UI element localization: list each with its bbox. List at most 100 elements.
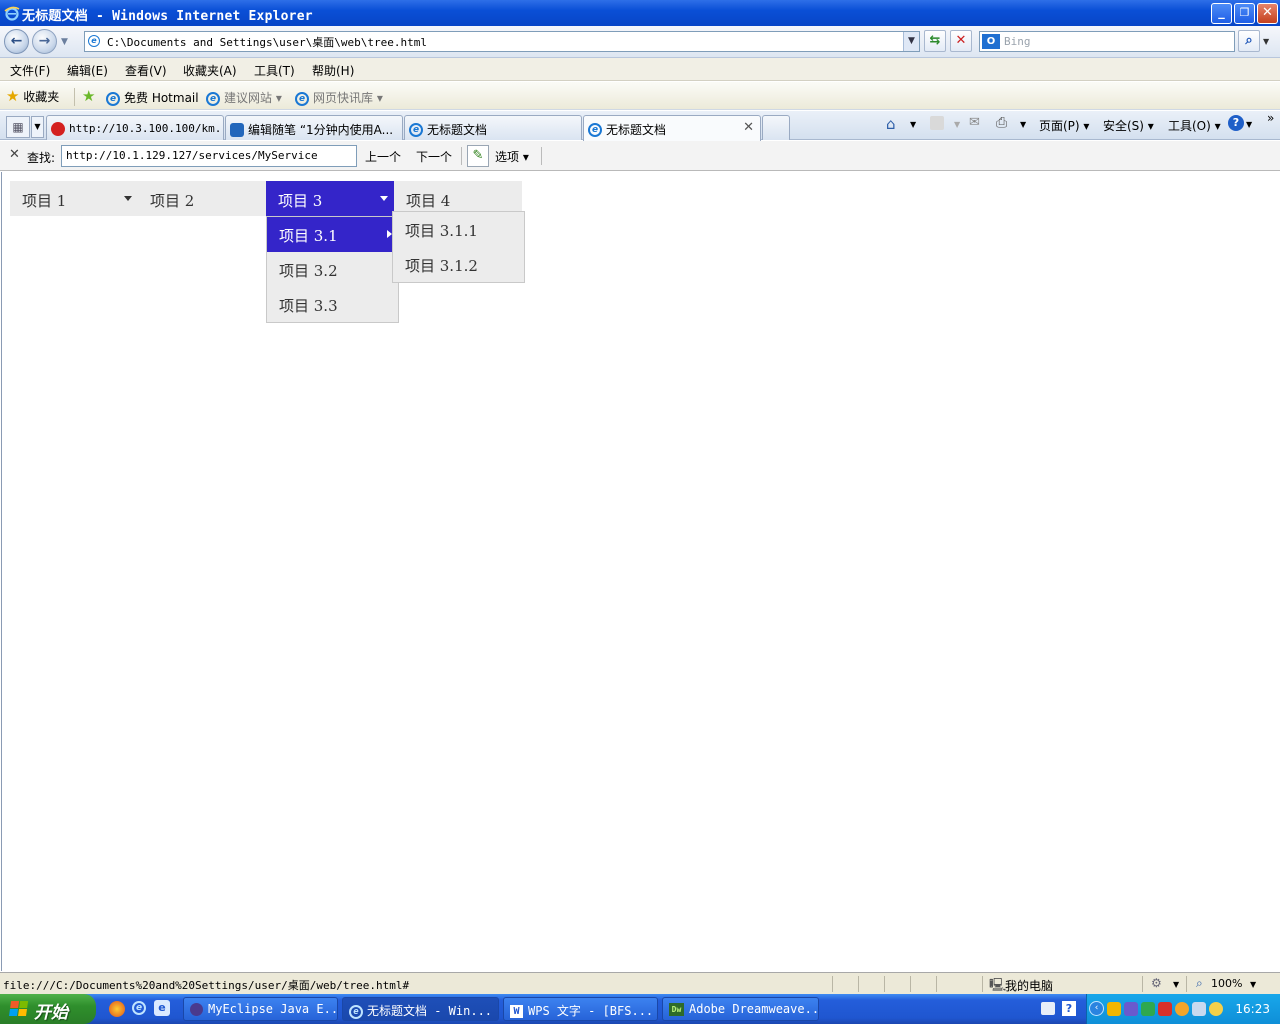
address-bar[interactable]: e C:\Documents and Settings\user\桌面\web\… [84, 31, 920, 52]
keyboard-icon[interactable] [1041, 1002, 1055, 1015]
close-find-icon[interactable]: ✕ [9, 147, 20, 162]
nav-subitem-3-3[interactable]: 项目 3.3 [267, 287, 397, 322]
nav-item-1[interactable]: 项目 1 [10, 181, 138, 216]
status-divider [1186, 976, 1187, 992]
tab-favicon-icon [230, 122, 244, 137]
favorites-button[interactable]: ★ 收藏夹 [6, 87, 59, 105]
menu-favorites[interactable]: 收藏夹(A) [183, 62, 237, 79]
tray-app-icon[interactable] [1209, 1002, 1223, 1016]
address-toolbar: ← → ▼ e C:\Documents and Settings\user\桌… [0, 26, 1280, 58]
fav-item-hotmail[interactable]: e 免费 Hotmail [106, 89, 199, 106]
tray-app-icon[interactable] [1175, 1002, 1189, 1016]
firefox-launch-icon[interactable] [109, 1001, 125, 1017]
tray-app-icon[interactable] [1158, 1002, 1172, 1016]
menu-tools[interactable]: 工具(T) [254, 62, 295, 79]
find-next-button[interactable]: 下一个 [416, 148, 452, 165]
menu-file[interactable]: 文件(F) [10, 62, 50, 79]
search-input[interactable]: Bing [1004, 35, 1031, 48]
task-myeclipse[interactable]: MyEclipse Java E... [183, 997, 338, 1021]
highlight-pencil-icon[interactable]: ✎ [467, 145, 489, 167]
restore-button[interactable]: ❐ [1234, 3, 1255, 24]
ie-page-icon: e [106, 91, 120, 106]
tray-app-icon[interactable] [1141, 1002, 1155, 1016]
find-input[interactable]: http://10.1.129.127/services/MyService [61, 145, 357, 167]
tray-app-icon[interactable] [1124, 1002, 1138, 1016]
fav-item-webslice[interactable]: e 网页快讯库 ▾ [295, 89, 383, 106]
refresh-icon: ⇆ [929, 33, 941, 48]
ie-launch-icon[interactable]: e [132, 1001, 146, 1015]
status-divider [982, 976, 983, 992]
back-button[interactable]: ← [4, 29, 29, 54]
nav-subitem-3-3-label: 项目 3.3 [279, 297, 338, 315]
chevron-more-icon[interactable]: » [1267, 111, 1274, 125]
favorites-divider [74, 88, 75, 106]
nav-subitem-3-1[interactable]: 项目 3.1 [267, 217, 393, 252]
help-dropdown-icon[interactable]: ▼ [1246, 120, 1252, 129]
zoom-level[interactable]: 100% [1211, 977, 1242, 990]
tray-app-icon[interactable] [1107, 1002, 1121, 1016]
refresh-button[interactable]: ⇆ [924, 30, 946, 52]
tray-app-icon[interactable] [1192, 1002, 1206, 1016]
search-options-icon[interactable]: ▼ [1263, 37, 1269, 46]
history-dropdown-icon[interactable]: ▼ [61, 37, 68, 47]
protected-mode-icon[interactable]: ⚙ [1151, 976, 1162, 990]
menu-edit[interactable]: 编辑(E) [67, 62, 108, 79]
home-dropdown-icon[interactable]: ▼ [910, 120, 916, 129]
nav-item-1-label: 项目 1 [22, 192, 67, 210]
clock[interactable]: 16:23 [1235, 1002, 1270, 1016]
help-icon[interactable]: ? [1228, 115, 1244, 131]
tab-label: 无标题文档 [606, 123, 667, 137]
help-tray-icon[interactable]: ? [1062, 1001, 1076, 1016]
zoom-dropdown-icon[interactable]: ▼ [1250, 980, 1256, 989]
tools-menu-button[interactable]: 工具(O) ▾ [1168, 117, 1221, 134]
mail-icon[interactable]: ✉ [969, 115, 980, 130]
protected-dropdown-icon[interactable]: ▼ [1173, 980, 1179, 989]
search-box[interactable]: O Bing [979, 31, 1235, 52]
find-bar: ✕ 查找: http://10.1.129.127/services/MySer… [0, 141, 1280, 171]
nav-subitem-3-2-label: 项目 3.2 [279, 262, 338, 280]
task-wps[interactable]: W WPS 文字 - [BFS... [503, 997, 658, 1021]
feeds-icon[interactable] [930, 116, 944, 130]
tab-list-dropdown[interactable]: ▼ [31, 116, 44, 138]
tab-3-active[interactable]: e 无标题文档 ✕ [583, 115, 761, 141]
close-tab-icon[interactable]: ✕ [743, 120, 754, 135]
ie-alt-launch-icon[interactable]: e [154, 1000, 170, 1016]
menu-help[interactable]: 帮助(H) [312, 62, 354, 79]
nav-subsubitem-3-1-1[interactable]: 项目 3.1.1 [393, 212, 524, 247]
find-options-button[interactable]: 选项 ▾ [495, 148, 529, 165]
tab-2[interactable]: e 无标题文档 [404, 115, 582, 140]
find-previous-button[interactable]: 上一个 [365, 148, 401, 165]
start-button[interactable]: 开始 [0, 994, 96, 1024]
fav-item-suggested[interactable]: e 建议网站 ▾ [206, 89, 282, 106]
nav-item-3[interactable]: 项目 3 [266, 181, 394, 216]
safety-menu-button[interactable]: 安全(S) ▾ [1103, 117, 1154, 134]
print-icon[interactable]: ⎙ [996, 115, 1007, 131]
nav-subsubitem-3-1-1-label: 项目 3.1.1 [405, 222, 478, 240]
task-dreamweaver[interactable]: Dw Adobe Dreamweave... [662, 997, 819, 1021]
page-menu-button[interactable]: 页面(P) ▾ [1039, 117, 1089, 134]
home-icon[interactable]: ⌂ [886, 115, 896, 133]
system-tray: ‹ 16:23 [1086, 994, 1280, 1024]
new-tab-button[interactable] [762, 115, 790, 140]
print-dropdown-icon[interactable]: ▼ [1020, 120, 1026, 129]
nav-item-2[interactable]: 项目 2 [138, 181, 266, 216]
stop-button[interactable]: ✕ [950, 30, 972, 52]
quick-tabs-button[interactable]: ▦ [6, 116, 30, 138]
close-window-button[interactable]: ✕ [1257, 3, 1278, 24]
search-button[interactable]: ⌕ [1238, 30, 1260, 52]
nav-subitem-3-2[interactable]: 项目 3.2 [267, 252, 397, 287]
feeds-dropdown-icon[interactable]: ▼ [954, 120, 960, 129]
tab-1[interactable]: 编辑随笔 “1分钟内使用A... [225, 115, 403, 140]
address-dropdown-icon[interactable]: ▼ [903, 32, 919, 51]
task-ie-active[interactable]: e 无标题文档 - Win... [342, 997, 499, 1021]
wps-icon: W [510, 1005, 523, 1018]
ie-page-icon: e [206, 91, 220, 106]
address-input[interactable]: C:\Documents and Settings\user\桌面\web\tr… [107, 34, 427, 50]
nav-subsubitem-3-1-2[interactable]: 项目 3.1.2 [393, 247, 524, 282]
tab-0[interactable]: http://10.3.100.100/km... [46, 115, 224, 140]
menu-view[interactable]: 查看(V) [125, 62, 167, 79]
add-to-favorites-button[interactable]: ★ [82, 87, 95, 105]
forward-button[interactable]: → [32, 29, 57, 54]
tray-expand-icon[interactable]: ‹ [1089, 1001, 1104, 1016]
minimize-button[interactable]: _ [1211, 3, 1232, 24]
